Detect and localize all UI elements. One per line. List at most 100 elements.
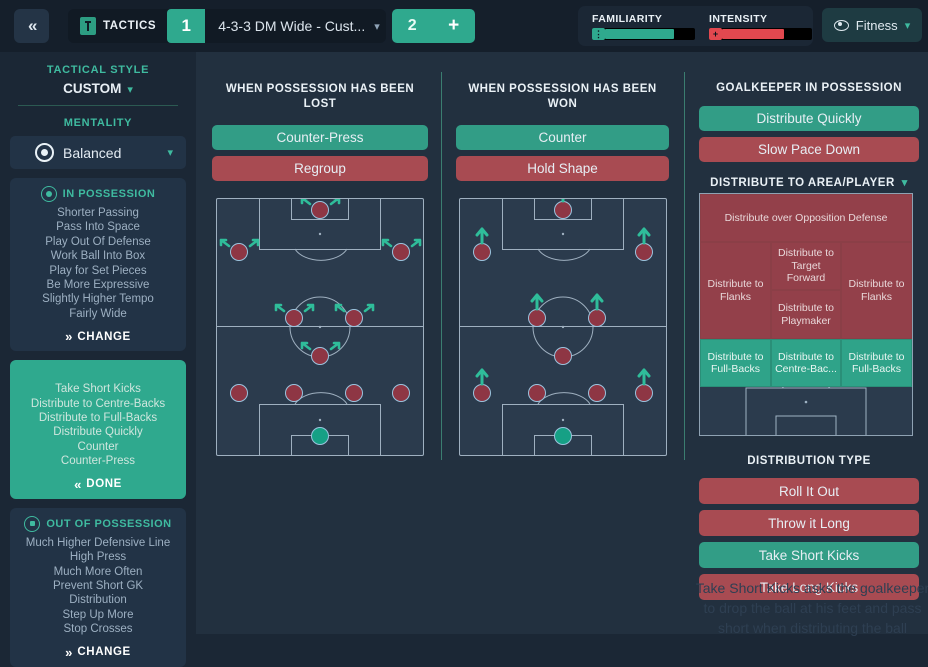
- zone-target-forward[interactable]: Distribute to Target Forward: [771, 242, 841, 290]
- plus-icon: +: [709, 28, 722, 40]
- zone-centre-backs[interactable]: Distribute to Centre-Bac...: [771, 339, 841, 387]
- familiarity-meter: FAMILIARITY ⋮: [592, 13, 695, 40]
- chevron-down-icon[interactable]: ▾: [905, 19, 911, 32]
- tactical-style-title: TACTICAL STYLE: [46, 64, 150, 76]
- change-label: CHANGE: [77, 646, 131, 659]
- out-of-possession-title: OUT OF POSSESSION: [46, 517, 172, 530]
- column-divider: [441, 72, 442, 460]
- mentality-value: Balanced: [63, 144, 122, 161]
- instruction-item: Distribute to Centre-Backs: [30, 397, 166, 410]
- chevron-down-icon[interactable]: ▾: [902, 177, 908, 189]
- instruction-item: Much Higher Defensive Line: [25, 536, 171, 549]
- double-chevron-right-icon: »: [65, 329, 72, 345]
- top-bar: « TACTICS 1 4-3-3 DM Wide - Cust... ▾ 2 …: [0, 0, 928, 52]
- mentality-icon: [35, 143, 54, 162]
- possession-won-title: WHEN POSSESSION HAS BEEN WON: [468, 83, 657, 110]
- add-tactic-group[interactable]: 2 +: [392, 9, 475, 43]
- intensity-meter: INTENSITY +: [709, 13, 812, 40]
- zone-full-backs-left[interactable]: Distribute to Full-Backs: [700, 339, 771, 387]
- sidebar-divider: [18, 105, 178, 106]
- transition-done-button[interactable]: « DONE: [15, 477, 181, 492]
- tooltip-text: Take Short Kicks asks the goalkeeper to …: [690, 578, 928, 638]
- goalkeeper-title: GOALKEEPER IN POSSESSION: [716, 82, 902, 94]
- possession-won-column: WHEN POSSESSION HAS BEEN WON Counter Hol…: [456, 52, 669, 181]
- movement-arrows: [219, 199, 422, 351]
- instruction-item: Prevent Short GK: [52, 579, 144, 592]
- in-possession-header: IN POSSESSION: [15, 186, 181, 202]
- mentality-title: MENTALITY: [63, 117, 133, 129]
- change-label: CHANGE: [77, 330, 131, 343]
- in-possession-title: IN POSSESSION: [62, 188, 156, 200]
- familiarity-label: FAMILIARITY: [592, 13, 663, 25]
- counter-button[interactable]: Counter: [456, 125, 669, 150]
- fitness-label: Fitness: [855, 17, 898, 33]
- formation-name[interactable]: 4-3-3 DM Wide - Cust...: [218, 18, 365, 34]
- pitch-possession-lost[interactable]: [216, 198, 424, 456]
- instruction-item: Much More Often: [53, 565, 143, 578]
- possession-lost-column: WHEN POSSESSION HAS BEEN LOST Counter-Pr…: [212, 52, 428, 181]
- tooltip-line: to drop the ball at his feet and pass: [703, 600, 922, 616]
- tactics-icon: [80, 17, 96, 35]
- instruction-item: Slightly Higher Tempo: [42, 293, 154, 306]
- distribution-zone-grid: Distribute over Opposition Defense Distr…: [699, 193, 913, 436]
- movement-arrows: [475, 199, 651, 386]
- roll-it-out-button[interactable]: Roll It Out: [699, 478, 919, 504]
- out-of-possession-change-button[interactable]: » CHANGE: [15, 645, 181, 660]
- column-divider: [684, 72, 685, 460]
- out-of-possession-header: OUT OF POSSESSION: [15, 515, 181, 532]
- zone-full-backs-right[interactable]: Distribute to Full-Backs: [841, 339, 912, 387]
- tactic-number-badge[interactable]: 1: [167, 9, 206, 43]
- out-of-possession-panel: OUT OF POSSESSION Much Higher Defensive …: [10, 507, 186, 667]
- hold-shape-button[interactable]: Hold Shape: [456, 156, 669, 181]
- eye-icon: [833, 19, 849, 31]
- distribute-area-header[interactable]: DISTRIBUTE TO AREA/PLAYER ▾: [690, 176, 928, 189]
- defense-icon: [24, 515, 41, 532]
- fitness-button[interactable]: Fitness ▾: [822, 8, 922, 42]
- familiarity-icon: ⋮: [592, 28, 605, 40]
- tactical-style-text: CUSTOM: [63, 81, 122, 96]
- back-button[interactable]: «: [14, 9, 50, 43]
- instruction-item: Distribute Quickly: [53, 426, 143, 439]
- tactical-style-value[interactable]: CUSTOM ▾: [0, 81, 196, 96]
- distribution-type-title: DISTRIBUTION TYPE: [747, 455, 871, 467]
- instruction-item: Stop Crosses: [63, 623, 133, 636]
- regroup-button[interactable]: Regroup: [212, 156, 428, 181]
- tooltip-line: Take Short Kicks asks the goalkeeper: [695, 580, 928, 596]
- chevron-down-icon[interactable]: ▾: [127, 84, 133, 96]
- instruction-item: Work Ball Into Box: [50, 250, 146, 263]
- chevron-down-icon[interactable]: ▾: [374, 20, 380, 33]
- intensity-label: INTENSITY: [709, 13, 768, 25]
- instruction-item: Play Out Of Defense: [45, 235, 151, 248]
- transition-panel: Take Short Kicks Distribute to Centre-Ba…: [10, 360, 186, 499]
- instruction-item: Play for Set Pieces: [49, 264, 147, 277]
- chevron-down-icon[interactable]: ▾: [167, 146, 173, 159]
- intensity-bar: +: [709, 28, 812, 40]
- zone-flanks-left[interactable]: Distribute to Flanks: [700, 242, 771, 339]
- zone-over-opposition-defense[interactable]: Distribute over Opposition Defense: [700, 194, 912, 242]
- mentality-selector[interactable]: Balanced ▾: [10, 136, 186, 169]
- throw-it-long-button[interactable]: Throw it Long: [699, 510, 919, 536]
- counter-press-button[interactable]: Counter-Press: [212, 125, 428, 150]
- instruction-item: Be More Expressive: [46, 279, 150, 292]
- in-possession-change-button[interactable]: » CHANGE: [15, 329, 181, 344]
- tooltip-line: short when distributing the ball: [717, 620, 908, 636]
- pitch-possession-won[interactable]: [459, 198, 667, 456]
- double-chevron-left-icon: «: [74, 476, 81, 492]
- second-tactic-number[interactable]: 2: [408, 17, 417, 35]
- instruction-item: Distribution: [69, 594, 127, 607]
- slow-pace-down-button[interactable]: Slow Pace Down: [699, 137, 919, 162]
- instruction-item: Counter-Press: [60, 455, 136, 468]
- instruction-item: Distribute to Full-Backs: [38, 412, 158, 425]
- add-tactic-button[interactable]: +: [448, 15, 459, 37]
- meters-panel: FAMILIARITY ⋮ INTENSITY +: [578, 6, 813, 46]
- instruction-item: Shorter Passing: [57, 207, 139, 219]
- tactics-selector-group: TACTICS 1 4-3-3 DM Wide - Cust... ▾: [68, 9, 386, 43]
- take-short-kicks-button[interactable]: Take Short Kicks: [699, 542, 919, 568]
- in-possession-panel: IN POSSESSION Shorter Passing Pass Into …: [10, 178, 186, 352]
- instruction-item: Take Short Kicks: [55, 383, 141, 396]
- instruction-item: Counter: [77, 440, 119, 453]
- zone-playmaker[interactable]: Distribute to Playmaker: [771, 290, 841, 339]
- distribute-quickly-button[interactable]: Distribute Quickly: [699, 106, 919, 131]
- distribute-area-title: DISTRIBUTE TO AREA/PLAYER: [710, 177, 895, 189]
- zone-flanks-right[interactable]: Distribute to Flanks: [841, 242, 912, 339]
